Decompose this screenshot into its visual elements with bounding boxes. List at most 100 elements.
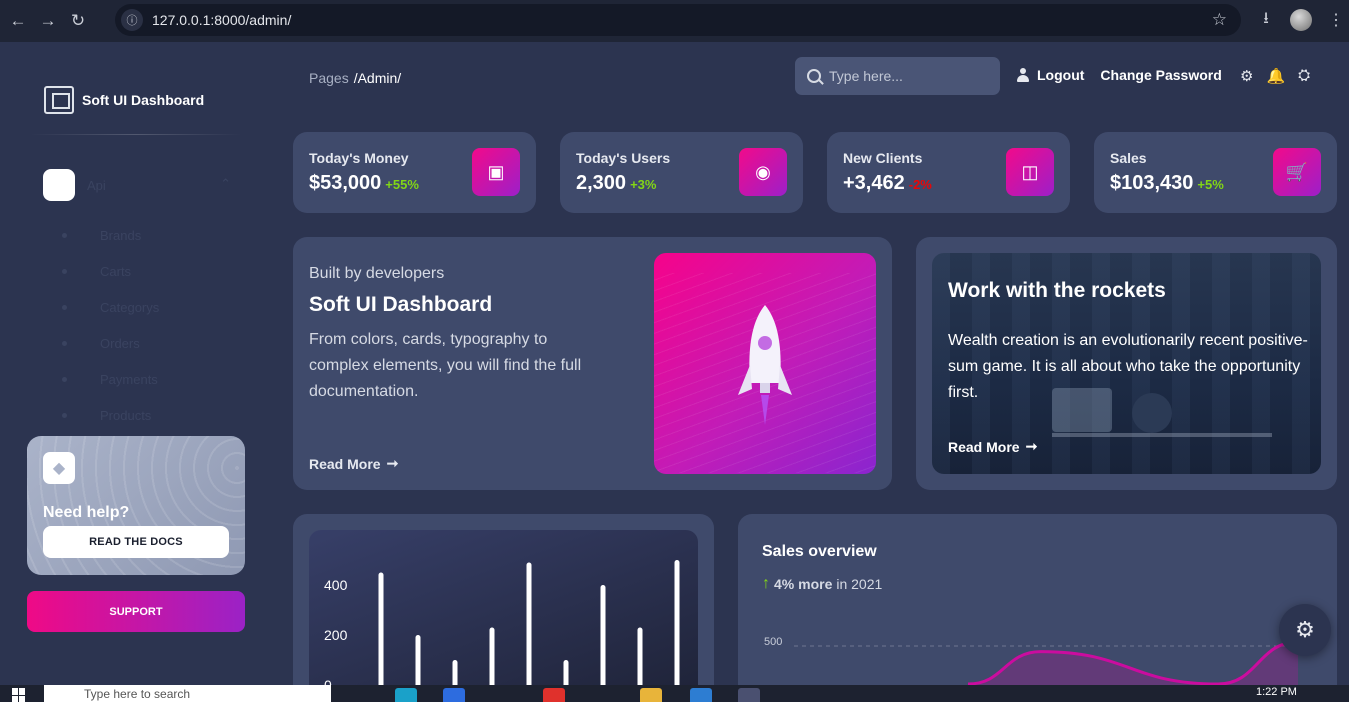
back-arrow-icon[interactable]: ← bbox=[6, 9, 30, 33]
menu-kebab-icon[interactable]: ⋮ bbox=[1324, 8, 1348, 32]
read-more-link[interactable]: Read More ➞ bbox=[948, 438, 1037, 455]
change-password-link[interactable]: Change Password bbox=[1100, 67, 1221, 83]
read-more-label: Read More bbox=[948, 438, 1020, 455]
stat-change: +5% bbox=[1197, 177, 1224, 192]
folder-icon[interactable] bbox=[640, 688, 662, 702]
bar bbox=[452, 660, 458, 685]
search-box[interactable] bbox=[795, 57, 1000, 95]
bar-chart-panel: 400 200 0 bbox=[309, 530, 698, 702]
bell-icon[interactable]: 🔔 bbox=[1266, 67, 1285, 85]
settings-sun-icon[interactable]: ⛭ bbox=[1298, 67, 1310, 85]
sidebar-item-carts[interactable]: Carts bbox=[62, 253, 159, 289]
stat-value: $53,000 +55% bbox=[309, 172, 419, 195]
taskbar-clock: 1:22 PM bbox=[1256, 686, 1297, 698]
taskbar-search[interactable]: Type here to search bbox=[44, 685, 331, 702]
developers-card: Built by developers Soft UI Dashboard Fr… bbox=[293, 237, 892, 490]
sidebar-item-label: Carts bbox=[100, 263, 132, 279]
profile-avatar[interactable] bbox=[1290, 9, 1312, 31]
chevron-up-icon: ⌃ bbox=[220, 176, 231, 191]
taskbar: Type here to search 1:22 PM bbox=[0, 685, 1349, 702]
bullet-icon bbox=[62, 268, 67, 274]
sales-summary: ↑ 4% more in 2021 bbox=[762, 575, 882, 593]
arrow-right-icon: ➞ bbox=[1025, 438, 1038, 454]
stat-card-users: Today's Users 2,300 +3% ◉ bbox=[560, 132, 803, 213]
sidebar-item-products[interactable]: Products bbox=[62, 397, 159, 433]
logout-link[interactable]: Logout bbox=[1037, 67, 1084, 83]
bar bbox=[378, 572, 384, 685]
site-info-icon[interactable]: ⓘ bbox=[121, 9, 143, 31]
stat-change: +3% bbox=[630, 177, 657, 192]
gear-icon[interactable]: ⚙ bbox=[1240, 67, 1253, 85]
arrow-up-icon: ↑ bbox=[762, 575, 770, 592]
search-icon bbox=[807, 69, 821, 83]
sidebar-item-label: Categorys bbox=[100, 299, 160, 315]
stat-card-clients: New Clients +3,462 -2% ◫ bbox=[827, 132, 1070, 213]
card-kicker: Built by developers bbox=[309, 265, 445, 282]
stat-value: +3,462 -2% bbox=[843, 172, 932, 195]
stat-number: $103,430 bbox=[1110, 172, 1194, 194]
stat-number: $53,000 bbox=[309, 172, 382, 194]
desk-shape bbox=[1052, 433, 1272, 437]
arrow-right-icon: ➞ bbox=[386, 455, 399, 471]
help-card: ◆ Need help? READ THE DOCS bbox=[27, 436, 245, 575]
clients-icon: ◫ bbox=[1006, 148, 1054, 196]
browser-toolbar: ← → ↻ ⓘ 127.0.0.1:8000/admin/ ☆ ⭳ ⋮ bbox=[0, 0, 1349, 42]
bar bbox=[563, 660, 569, 685]
read-more-link[interactable]: Read More ➞ bbox=[309, 455, 398, 472]
forward-arrow-icon[interactable]: → bbox=[36, 9, 60, 33]
breadcrumb-root[interactable]: Pages bbox=[309, 70, 349, 86]
stat-value: $103,430 +5% bbox=[1110, 172, 1224, 195]
stat-number: 2,300 bbox=[576, 172, 627, 194]
support-button[interactable]: SUPPORT bbox=[27, 591, 245, 632]
store-icon[interactable] bbox=[443, 688, 465, 702]
sidebar-item-brands[interactable]: Brands bbox=[62, 217, 159, 253]
reload-icon[interactable]: ↻ bbox=[66, 9, 90, 33]
header-links: Logout Change Password bbox=[1016, 67, 1222, 83]
diamond-icon: ◆ bbox=[43, 452, 75, 484]
bar bbox=[489, 627, 495, 685]
address-bar[interactable]: ⓘ 127.0.0.1:8000/admin/ ☆ bbox=[115, 4, 1241, 36]
stat-value: 2,300 +3% bbox=[576, 172, 656, 195]
read-the-docs-button[interactable]: READ THE DOCS bbox=[43, 526, 229, 558]
bookmark-star-icon[interactable]: ☆ bbox=[1212, 10, 1227, 30]
sidebar-item-label: Orders bbox=[100, 335, 140, 351]
money-icon: ▣ bbox=[472, 148, 520, 196]
card-body: Wealth creation is an evolutionarily rec… bbox=[948, 332, 1308, 401]
bar bbox=[526, 562, 532, 685]
bar bbox=[415, 635, 421, 685]
help-title: Need help? bbox=[43, 504, 130, 521]
bullet-icon bbox=[62, 412, 67, 418]
cart-icon: 🛒 bbox=[1273, 148, 1321, 196]
globe-icon: ◉ bbox=[739, 148, 787, 196]
sidebar: Soft UI Dashboard Api ⌃ Brands Carts Cat… bbox=[0, 42, 272, 685]
sidebar-item-payments[interactable]: Payments bbox=[62, 361, 159, 397]
rocket-icon bbox=[738, 305, 792, 425]
configurator-gear-button[interactable]: ⚙ bbox=[1279, 604, 1331, 656]
edge-icon[interactable] bbox=[395, 688, 417, 702]
sidebar-group-label: Api bbox=[87, 177, 106, 193]
rockets-card: Work with the rockets Wealth creation is… bbox=[916, 237, 1337, 490]
sidebar-group-api[interactable]: Api ⌃ bbox=[43, 169, 243, 201]
sidebar-subnav: Brands Carts Categorys Orders Payments P… bbox=[62, 217, 159, 433]
vscode-icon[interactable] bbox=[690, 688, 712, 702]
sidebar-item-label: Brands bbox=[100, 227, 142, 243]
sidebar-item-orders[interactable]: Orders bbox=[62, 325, 159, 361]
brand-name: Soft UI Dashboard bbox=[82, 92, 205, 108]
search-input[interactable] bbox=[829, 68, 989, 84]
active-users-card: 400 200 0 bbox=[293, 514, 714, 702]
url-text[interactable]: 127.0.0.1:8000/admin/ bbox=[152, 12, 291, 28]
stat-change: -2% bbox=[908, 177, 932, 192]
bullet-icon bbox=[62, 376, 67, 382]
sales-suffix: in 2021 bbox=[836, 576, 883, 592]
sidebar-item-label: Products bbox=[100, 407, 152, 423]
windows-start-icon[interactable] bbox=[12, 688, 26, 702]
brand-link[interactable]: Soft UI Dashboard bbox=[44, 86, 204, 114]
stat-change: +55% bbox=[385, 177, 419, 192]
sales-overview-card: Sales overview ↑ 4% more in 2021 500 bbox=[738, 514, 1337, 702]
y-tick-label: 500 bbox=[764, 636, 782, 648]
opera-icon[interactable] bbox=[543, 688, 565, 702]
download-icon[interactable]: ⭳ bbox=[1254, 8, 1278, 32]
sidebar-item-categorys[interactable]: Categorys bbox=[62, 289, 159, 325]
bar bbox=[674, 560, 680, 685]
chrome-icon[interactable] bbox=[738, 688, 760, 702]
